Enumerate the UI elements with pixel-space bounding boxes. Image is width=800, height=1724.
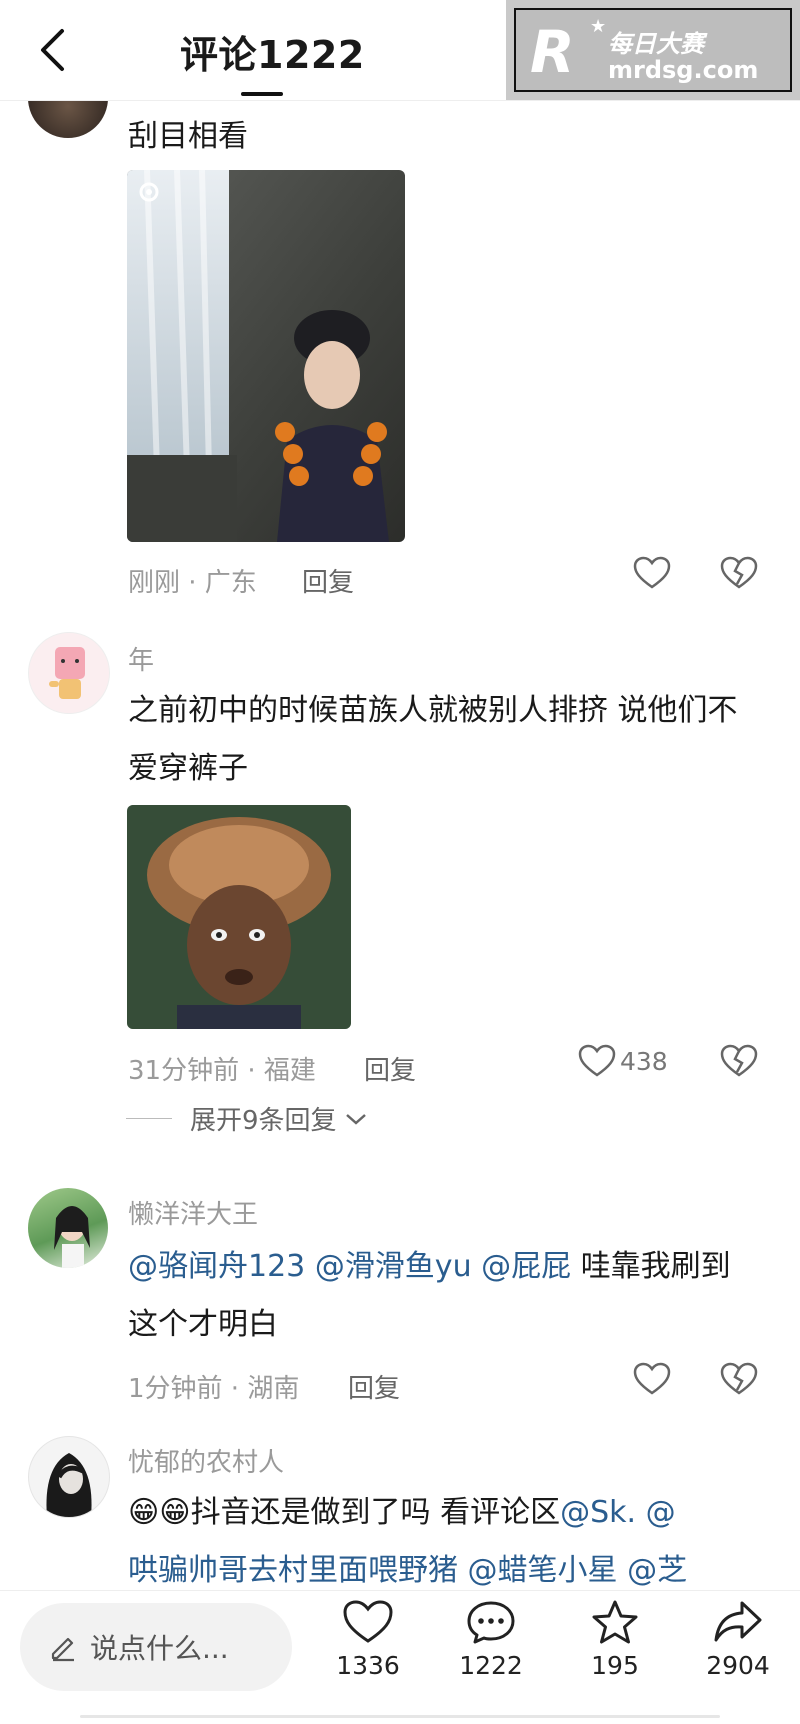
mention-link[interactable]: @屁屁 <box>481 1249 571 1284</box>
share-arrow-icon <box>714 1601 762 1642</box>
watermark-logo: R <box>530 18 575 86</box>
mention-link[interactable]: @Sk. <box>560 1495 636 1530</box>
reply-button[interactable]: 回复 <box>348 1368 400 1405</box>
pencil-icon <box>51 1637 74 1662</box>
dislike-button[interactable] <box>720 556 758 594</box>
username[interactable]: 忧郁的农村人 <box>128 1442 284 1479</box>
reply-button[interactable]: 回复 <box>364 1050 416 1087</box>
comment-input[interactable]: 说点什么... <box>20 1603 292 1691</box>
avatar-image <box>49 647 85 699</box>
avatar[interactable] <box>28 1436 110 1518</box>
mention-link[interactable]: @骆闻舟123 <box>128 1249 305 1284</box>
chevron-left-icon <box>41 29 64 71</box>
top-bar: 评论1222 R ★ 每日大赛 mrdsg.com <box>0 0 800 101</box>
comment-text: 😁😁抖音还是做到了吗 看评论区@Sk. @ 哄骗帅哥去村里面喂野猪 @蜡笔小星 … <box>128 1484 768 1590</box>
avatar[interactable] <box>28 100 108 138</box>
mention-link[interactable]: @ <box>646 1495 676 1530</box>
comment-meta: 1分钟前 · 湖南 <box>128 1374 300 1404</box>
photo-waterfall-woman <box>127 170 405 542</box>
like-count: 1336 <box>336 1651 400 1680</box>
bottom-action-bar: 说点什么... 1336 1222 195 2904 <box>0 1590 800 1724</box>
comment-input-placeholder: 说点什么... <box>90 1632 229 1665</box>
mention-link[interactable]: @滑滑鱼yu <box>315 1249 472 1284</box>
comment-meta: 刚刚 · 广东 <box>128 568 257 598</box>
mention-link[interactable]: @蜡笔小星 <box>468 1553 618 1588</box>
chevron-down-icon <box>345 1113 366 1125</box>
reply-button[interactable]: 回复 <box>302 562 354 599</box>
comment-image[interactable] <box>127 805 351 1029</box>
watermark-url: mrdsg.com <box>608 56 759 84</box>
dislike-button[interactable] <box>720 1362 758 1400</box>
comment-text: @骆闻舟123 @滑滑鱼yu @屁屁 哇靠我刷到这个才明白 <box>128 1238 756 1354</box>
comment-body: 抖音还是做到了吗 看评论区 <box>190 1495 561 1530</box>
comment-meta: 31分钟前 · 福建 <box>128 1056 316 1086</box>
like-button[interactable] <box>633 556 671 590</box>
favorite-button[interactable]: 195 <box>565 1599 665 1680</box>
heart-icon <box>578 1044 616 1077</box>
heart-icon <box>343 1600 393 1643</box>
comment-bubble-icon <box>467 1601 515 1644</box>
emoji: 😁😁 <box>128 1495 191 1530</box>
comment-image[interactable] <box>127 170 405 542</box>
share-button[interactable]: 2904 <box>688 1599 788 1680</box>
mention-link[interactable]: 哄骗帅哥去村里面喂野猪 <box>128 1553 458 1588</box>
avatar[interactable] <box>28 632 110 714</box>
favorite-count: 195 <box>591 1651 639 1680</box>
comment-text: 刮目相看 <box>128 119 248 154</box>
star-icon: ★ <box>590 16 607 37</box>
meme-sticker <box>127 805 351 1029</box>
like-count: 438 <box>620 1046 668 1076</box>
avatar[interactable] <box>28 1188 108 1268</box>
like-post-button[interactable]: 1336 <box>318 1599 418 1680</box>
watermark: R ★ 每日大赛 mrdsg.com <box>506 0 800 100</box>
avatar-image <box>46 1453 92 1517</box>
watermark-frame: R ★ 每日大赛 mrdsg.com <box>514 8 792 92</box>
expand-replies[interactable]: 展开9条回复 <box>126 1100 369 1137</box>
broken-heart-icon <box>720 1044 758 1077</box>
comment-count: 1222 <box>459 1651 523 1680</box>
home-indicator <box>80 1715 720 1718</box>
like-button[interactable] <box>633 1362 671 1396</box>
star-icon <box>592 1600 638 1644</box>
comment-list[interactable]: 刮目相看 刚刚 · 广东 回复 年 之前初中的时候苗族人就被别人排挤 说他们不爱… <box>0 100 800 1590</box>
heart-icon <box>633 556 671 589</box>
page-title: 评论1222 <box>180 33 365 77</box>
like-button[interactable]: 438 <box>578 1044 668 1078</box>
broken-heart-icon <box>720 1362 758 1395</box>
username[interactable]: 懒洋洋大王 <box>128 1194 258 1231</box>
expand-replies-label: 展开9条回复 <box>190 1106 337 1136</box>
title-underline <box>241 92 283 96</box>
watermark-brand: 每日大赛 <box>608 30 704 58</box>
username[interactable]: 年 <box>128 640 154 677</box>
divider <box>126 1118 172 1119</box>
share-count: 2904 <box>706 1651 770 1680</box>
dislike-button[interactable] <box>720 1044 758 1082</box>
comments-button[interactable]: 1222 <box>441 1599 541 1680</box>
heart-icon <box>633 1362 671 1395</box>
comment-text: 之前初中的时候苗族人就被别人排挤 说他们不爱穿裤子 <box>128 693 738 786</box>
back-button[interactable] <box>30 22 74 78</box>
broken-heart-icon <box>720 556 758 589</box>
mention-link[interactable]: @芝 <box>627 1553 687 1588</box>
avatar-image <box>54 1206 90 1268</box>
